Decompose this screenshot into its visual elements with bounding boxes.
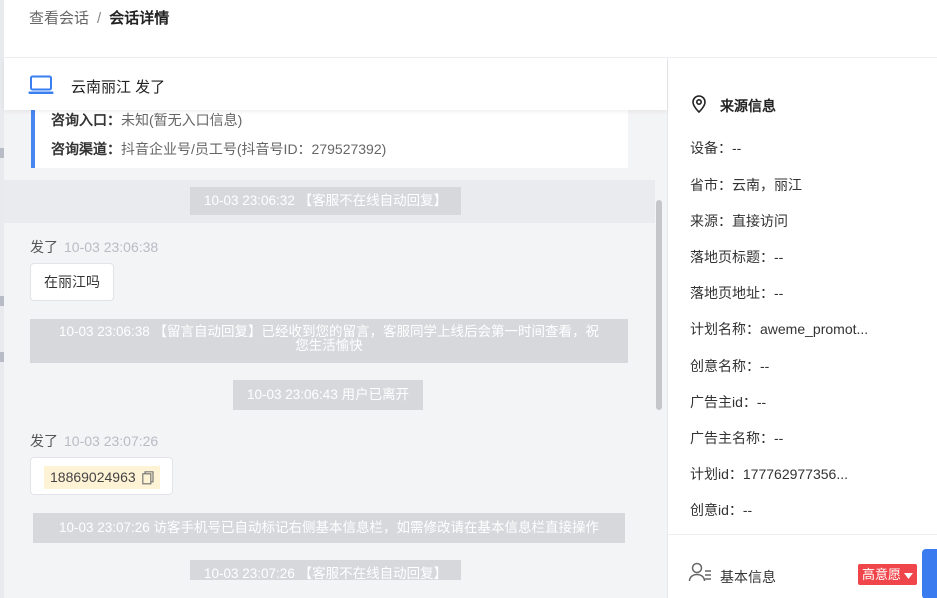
field-advertiser-name: 广告主名称：-- [690,430,784,446]
consult-channel-value: 抖音企业号/员工号(抖音号ID：279527392) [121,141,387,157]
field-creative-name: 创意名称：-- [690,358,770,374]
sender-name: 发了 [30,239,58,255]
page-header: 查看会话 / 会话详情 [4,0,937,58]
system-message: 10-03 23:07:26 访客手机号已自动标记右侧基本信息栏，如需修改请在基… [33,513,625,543]
field-plan-id: 计划id：177762977356... [690,466,848,482]
consult-channel: 咨询渠道：抖音企业号/员工号(抖音号ID：279527392) [51,139,386,159]
caret-down-icon [904,572,914,579]
info-card-accent [31,110,35,168]
field-landing-title: 落地页标题：-- [690,249,784,265]
consult-entry-value: 未知(暂无入口信息) [121,112,243,128]
conversation-title: 云南丽江 发了 [71,79,166,96]
field-landing-url: 落地页地址：-- [690,285,784,301]
intent-level-dropdown[interactable]: 高意愿 [858,564,918,585]
consult-entry: 咨询入口：未知(暂无入口信息) [51,110,242,130]
breadcrumb-separator: / [97,10,102,27]
system-message: 10-03 23:06:32 【客服不在线自动回复】 [190,187,462,215]
source-info-panel: 来源信息 设备：-- 省市：云南，丽江 来源：直接访问 落地页标题：-- 落地页… [668,58,937,598]
user-icon [688,562,711,582]
phone-message-bubble[interactable]: 18869024963 [30,457,173,495]
laptop-icon [28,75,54,94]
field-source: 来源：直接访问 [690,213,788,229]
conversation-panel: 云南丽江 发了 咨询入口：未知(暂无入口信息) 咨询渠道：抖音企业号/员工号(抖… [4,58,668,598]
sender-name: 发了 [30,433,58,449]
consult-info-card: 咨询入口：未知(暂无入口信息) 咨询渠道：抖音企业号/员工号(抖音号ID：279… [31,110,628,168]
source-info-title: 来源信息 [720,98,776,114]
phone-number: 18869024963 [50,469,136,485]
message-timestamp: 10-03 23:07:26 [64,433,159,449]
consult-entry-label: 咨询入口： [51,112,121,128]
location-pin-icon [692,95,706,113]
message-sender: 发了 10-03 23:07:26 [30,431,158,451]
system-message-line: 10-03 23:06:38 【留言自动回复】已经收到您的留言，客服同学上线后会… [58,324,600,339]
basic-info-title: 基本信息 [720,569,776,585]
conversation-title-bar: 云南丽江 发了 [4,58,667,110]
copy-icon[interactable] [141,471,154,485]
message-sender: 发了 10-03 23:06:38 [30,237,158,257]
intent-level-label: 高意愿 [862,567,902,582]
field-creative-id: 创意id：-- [690,502,753,518]
message-timestamp: 10-03 23:06:38 [64,239,159,255]
consult-channel-label: 咨询渠道： [51,141,121,157]
breadcrumb-parent-link[interactable]: 查看会话 [29,10,89,27]
floating-side-button[interactable] [922,549,937,598]
breadcrumb-current: 会话详情 [109,10,170,27]
system-message: 10-03 23:06:38 【留言自动回复】已经收到您的留言，客服同学上线后会… [30,319,628,363]
field-device: 设备：-- [690,140,742,156]
field-province-city: 省市：云南，丽江 [690,177,802,193]
field-plan-name: 计划名称：aweme_promot... [690,321,869,337]
message-bubble[interactable]: 在丽江吗 [30,263,114,301]
message-list[interactable]: 咨询入口：未知(暂无入口信息) 咨询渠道：抖音企业号/员工号(抖音号ID：279… [4,110,667,580]
message-scrollbar[interactable] [656,200,662,410]
panel-divider [668,534,937,535]
field-advertiser-id: 广告主id：-- [690,394,767,410]
system-message-line: 您生活愉快 [295,338,363,353]
system-message: 10-03 23:07:26 【客服不在线自动回复】 [190,560,462,580]
phone-number-chip: 18869024963 [44,466,160,489]
breadcrumb: 查看会话 / 会话详情 [29,10,169,28]
system-message: 10-03 23:06:43 用户已离开 [233,380,424,410]
